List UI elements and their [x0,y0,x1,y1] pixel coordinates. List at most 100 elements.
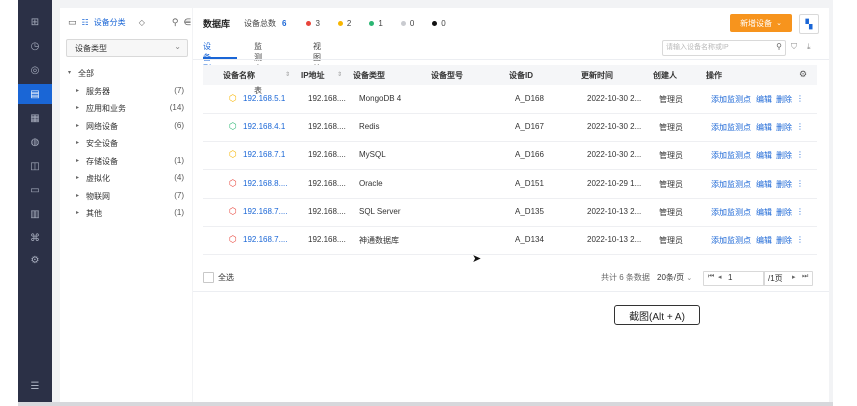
globe-icon[interactable]: ◍ [18,132,52,152]
status-value: 2 [346,19,352,28]
select-all-checkbox[interactable] [203,272,214,283]
tree-node[interactable]: ▸ 其他 (1) [60,206,192,222]
table-row[interactable]: ⬡ 192.168.8.... 192.168.... Oracle A_D151 202… [203,170,817,199]
caret-down-icon[interactable]: ▾ [68,69,71,76]
caret-right-icon[interactable]: ▸ [76,209,79,216]
table-row[interactable]: ⬡ 192.168.7.1 192.168.... MySQL A_D166 2022-1… [203,141,817,171]
delete-link[interactable]: 删除 [776,122,792,133]
device-type-select[interactable]: 设备类型 ⌄ [66,39,188,57]
tree-node[interactable]: ▸ 存储设备 (1) [60,154,192,170]
search-icon[interactable]: ⚲ [776,42,782,51]
menu-icon[interactable]: ☰ [18,376,52,396]
caret-right-icon[interactable]: ▸ [76,157,79,164]
next-page-icon[interactable]: ▸ [792,273,796,281]
column-header[interactable]: 设备类型 [353,70,385,81]
column-header[interactable]: 设备型号 [431,70,463,81]
column-header[interactable]: 设备ID [509,70,533,81]
tree-node[interactable]: ▸ 服务器 (7) [60,84,192,100]
tree-node-count: (1) [174,208,184,217]
bell-icon[interactable]: ◎ [18,60,52,80]
device-name-link[interactable]: 192.168.8.... [243,179,287,188]
caret-right-icon[interactable]: ▸ [76,122,79,129]
column-header[interactable]: 更新时间 [581,70,613,81]
sort-icon[interactable]: ⇕ [337,71,342,78]
column-header[interactable]: 创建人 [653,70,677,81]
more-icon[interactable]: ⋮ [796,235,804,244]
current-page[interactable]: 1 [728,273,732,282]
add-monitor-point-link[interactable]: 添加监测点 [711,207,751,218]
search-input[interactable] [666,42,766,53]
document-icon[interactable]: ▤ [18,84,52,104]
search-icon[interactable]: ⚲ [172,17,179,28]
device-name-link[interactable]: 192.168.7.1 [243,150,285,159]
monitor-icon[interactable]: ▭ [18,180,52,200]
folder-icon[interactable]: ◫ [18,156,52,176]
table-row[interactable]: ⬡ 192.168.5.1 192.168.... MongoDB 4 A_D168 20… [203,85,817,114]
filter-icon[interactable]: ⛉ [791,42,797,52]
download-icon[interactable]: ⤓ [807,42,811,52]
edit-link[interactable]: 编辑 [756,207,772,218]
edit-link[interactable]: 编辑 [756,122,772,133]
add-monitor-point-link[interactable]: 添加监测点 [711,235,751,246]
edit-link[interactable]: 编辑 [756,150,772,161]
delete-link[interactable]: 删除 [776,179,792,190]
caret-right-icon[interactable]: ▸ [76,104,79,111]
caret-right-icon[interactable]: ▸ [76,192,79,199]
delete-link[interactable]: 删除 [776,150,792,161]
add-monitor-point-link[interactable]: 添加监测点 [711,122,751,133]
caret-right-icon[interactable]: ▸ [76,139,79,146]
more-icon[interactable]: ⋮ [796,150,804,159]
column-header[interactable]: IP地址 [301,70,325,81]
edit-link[interactable]: 编辑 [756,235,772,246]
device-name-link[interactable]: 192.168.4.1 [243,122,285,131]
device-name-link[interactable]: 192.168.7.... [243,207,287,216]
sort-icon[interactable]: ⇕ [285,71,290,78]
edit-link[interactable]: 编辑 [756,94,772,105]
tree-node[interactable]: ▸ 应用和业务 (14) [60,101,192,117]
table-row[interactable]: ⬡ 192.168.4.1 192.168.... Redis A_D167 2022-1… [203,113,817,143]
add-device-button[interactable]: 新增设备 ⌄ [730,14,792,32]
grid-icon[interactable]: ⊞ [18,12,52,32]
device-name-link[interactable]: 192.168.5.1 [243,94,285,103]
edit-link[interactable]: 编辑 [756,179,772,190]
table-row[interactable]: ⬡ 192.168.7.... 192.168.... SQL Server A_D13… [203,198,817,227]
add-monitor-point-link[interactable]: 添加监测点 [711,179,751,190]
device-name-link[interactable]: 192.168.7.... [243,235,287,244]
device-id: A_D134 [515,235,544,244]
caret-right-icon[interactable]: ▸ [76,87,79,94]
layout-toggle-button[interactable]: ▚ [799,14,819,34]
add-monitor-point-link[interactable]: 添加监测点 [711,150,751,161]
clock-icon[interactable]: ◷ [18,36,52,56]
tree-node-label: 应用和业务 [86,104,126,113]
add-monitor-point-link[interactable]: 添加监测点 [711,94,751,105]
list-icon[interactable]: ▦ [18,108,52,128]
tree-node[interactable]: ▾ 全部 [60,66,192,82]
last-page-icon[interactable]: ⏭ [802,273,808,281]
first-page-icon[interactable]: ⏮ [708,273,714,281]
collapse-icon[interactable]: ⋹ [183,17,191,28]
column-settings-icon[interactable]: ⚙ [799,69,807,80]
tree-node[interactable]: ▸ 虚拟化 (4) [60,171,192,187]
more-icon[interactable]: ⋮ [796,122,804,131]
tag-icon[interactable]: ◇ [139,18,145,27]
status-value: 0 [409,19,415,28]
column-header[interactable]: 操作 [706,70,722,81]
more-icon[interactable]: ⋮ [796,94,804,103]
device-type: Redis [359,122,380,132]
delete-link[interactable]: 删除 [776,235,792,246]
more-icon[interactable]: ⋮ [796,179,804,188]
table-row[interactable]: ⬡ 192.168.7.... 192.168.... 神通数据库 A_D134 2022… [203,226,817,255]
bar-chart-icon[interactable]: ▥ [18,204,52,224]
column-header[interactable]: 设备名称 [223,70,255,81]
tree-node[interactable]: ▸ 安全设备 [60,136,192,152]
tree-node[interactable]: ▸ 物联网 (7) [60,189,192,205]
page-size-select[interactable]: 20条/页 ⌄ [657,272,692,283]
delete-link[interactable]: 删除 [776,207,792,218]
caret-right-icon[interactable]: ▸ [76,174,79,181]
network-icon[interactable]: ⌘ [18,228,52,248]
delete-link[interactable]: 删除 [776,94,792,105]
prev-page-icon[interactable]: ◂ [718,273,722,281]
more-icon[interactable]: ⋮ [796,207,804,216]
tree-node[interactable]: ▸ 网络设备 (6) [60,119,192,135]
gear-icon[interactable]: ⚙ [18,250,52,270]
